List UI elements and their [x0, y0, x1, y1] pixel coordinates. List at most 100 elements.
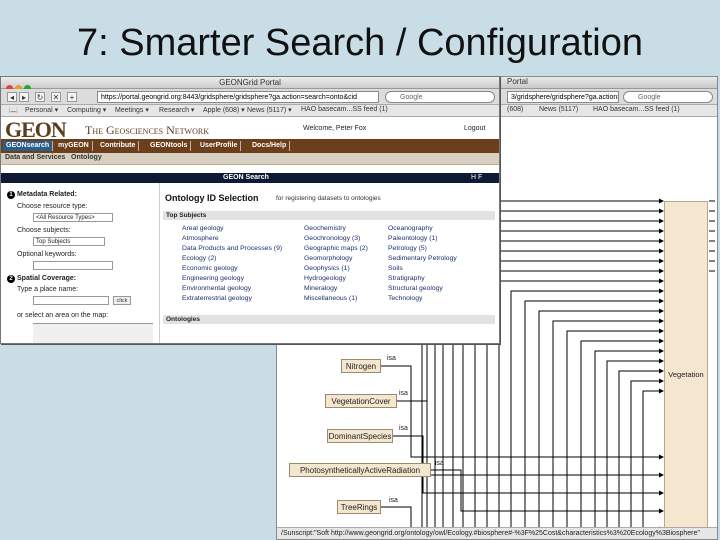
subtab-ontology[interactable]: Ontology	[71, 154, 102, 161]
vegetationcover-node[interactable]: VegetationCover	[325, 394, 397, 408]
subject-link[interactable]: Oceanography	[388, 225, 433, 232]
isa-label: isa	[399, 390, 408, 397]
bookmark-apple[interactable]: Apple (608) ▾	[203, 106, 245, 114]
place-name-input[interactable]	[33, 296, 109, 305]
nitrogen-node[interactable]: Nitrogen	[341, 359, 381, 373]
isa-edge	[642, 388, 664, 539]
back-arrow-icon[interactable]: ◂	[7, 92, 17, 102]
reload-icon[interactable]: ↻	[35, 92, 45, 102]
isa-edge	[594, 348, 664, 539]
subject-link[interactable]: Economic geology	[182, 265, 238, 272]
subject-link[interactable]: Areal geology	[182, 225, 224, 232]
front-url-field[interactable]: https://portal.geongrid.org:8443/gridsph…	[97, 91, 379, 103]
metadata-heading: 1 Metadata Related:	[7, 191, 77, 199]
bookmark-meetings[interactable]: Meetings ▾	[115, 106, 149, 114]
subject-link[interactable]: Paleontology (1)	[388, 235, 438, 242]
front-search-field[interactable]: Google	[385, 91, 495, 103]
subject-link[interactable]: Hydrogeology	[304, 275, 346, 282]
subject-link[interactable]: Miscellaneous (1)	[304, 295, 357, 302]
subject-link[interactable]: Geographic maps (2)	[304, 245, 368, 252]
dominantspecies-node[interactable]: DominantSpecies	[327, 429, 393, 443]
tab-mygeon[interactable]: myGEON	[55, 141, 93, 151]
subject-link[interactable]: Atmosphere	[182, 235, 219, 242]
tab-userprofile[interactable]: UserProfile	[197, 141, 242, 151]
isa-edge	[524, 298, 664, 539]
isa-label: isa	[387, 355, 396, 362]
spatial-heading-text: Spatial Coverage:	[17, 275, 77, 282]
bookmark-research[interactable]: Research ▾	[159, 106, 194, 114]
subject-link[interactable]: Ecology (2)	[182, 255, 216, 262]
isa-edge	[538, 308, 664, 539]
subject-link[interactable]: Technology	[388, 295, 422, 302]
resource-type-select[interactable]: <All Resource Types>	[33, 213, 113, 222]
isa-label: isa	[435, 460, 444, 467]
isa-edge	[431, 469, 664, 514]
bookmark-news[interactable]: News (5117) ▾	[247, 106, 292, 114]
geon-tagline: The Geosciences Network	[85, 123, 209, 137]
isa-edge	[606, 358, 664, 539]
add-bookmark-icon[interactable]: +	[67, 92, 77, 102]
map-area[interactable]	[33, 323, 153, 343]
metadata-heading-text: Metadata Related:	[17, 191, 77, 198]
subject-link[interactable]: Geomorphology	[304, 255, 352, 262]
ontology-id-panel: Ontology ID Selection for registering da…	[159, 183, 497, 343]
keywords-input[interactable]	[33, 261, 113, 270]
place-click-button[interactable]: click	[113, 296, 131, 305]
subtab-data-services[interactable]: Data and Services	[5, 154, 65, 161]
tab-geontools[interactable]: GEONtools	[147, 141, 192, 151]
isa-edge	[552, 318, 664, 539]
place-name-label: Type a place name:	[17, 286, 79, 293]
isa-label: isa	[399, 425, 408, 432]
subject-link[interactable]: Petrology (5)	[388, 245, 427, 252]
map-area-label: or select an area on the map:	[17, 312, 109, 319]
bookmarks-icon[interactable]: 📖	[9, 106, 18, 114]
isa-edge	[618, 368, 664, 539]
subject-link[interactable]: Sedimentary Petrology	[388, 255, 457, 262]
tab-docs-help[interactable]: Docs/Help	[249, 141, 291, 151]
geon-subtabs: Data and Services Ontology	[1, 153, 499, 165]
subjects-select[interactable]: Top Subjects	[33, 237, 105, 246]
isa-edge	[474, 258, 664, 539]
subject-link[interactable]: Structural geology	[388, 285, 443, 292]
bookmark-personal[interactable]: Personal ▾	[25, 106, 58, 114]
geon-portal-window: GEONGrid Portal ◂ ▸ ↻ ✕ + https://portal…	[0, 76, 500, 344]
forward-arrow-icon[interactable]: ▸	[19, 92, 29, 102]
top-subjects-header: Top Subjects	[163, 211, 495, 220]
ontology-id-subtitle: for registering datasets to ontologies	[276, 195, 381, 202]
subject-link[interactable]: Geochemistry	[304, 225, 346, 232]
subject-link[interactable]: Engineering geology	[182, 275, 244, 282]
par-node[interactable]: PhotosyntheticallyActiveRadiation	[289, 463, 431, 477]
front-bookmarks-bar: 📖 Personal ▾ Computing ▾ Meetings ▾ Rese…	[1, 105, 499, 117]
subject-link[interactable]: Mineralogy	[304, 285, 337, 292]
subjects-label: Choose subjects:	[17, 227, 71, 234]
geon-header: GEON The Geosciences Network Welcome, Pe…	[1, 117, 499, 142]
step-1-icon: 1	[7, 191, 15, 199]
resource-type-label: Choose resource type:	[17, 203, 88, 210]
keywords-label: Optional keywords:	[17, 251, 77, 258]
spatial-heading: 2 Spatial Coverage:	[7, 275, 76, 283]
treerings-node[interactable]: TreeRings	[337, 500, 381, 514]
subject-link[interactable]: Environmental geology	[182, 285, 251, 292]
front-window-titlebar: GEONGrid Portal	[1, 77, 499, 92]
subject-link[interactable]: Geophysics (1)	[304, 265, 350, 272]
subject-link[interactable]: Stratigraphy	[388, 275, 425, 282]
bookmark-computing[interactable]: Computing ▾	[67, 106, 106, 114]
ontologies-header: Ontologies	[163, 315, 495, 324]
tab-contribute[interactable]: Contribute	[97, 141, 140, 151]
tab-geonsearch[interactable]: GEONsearch	[3, 141, 54, 151]
portlet-controls[interactable]: H F	[471, 173, 482, 183]
vegetation-node[interactable]: Vegetation	[664, 201, 708, 539]
subject-link[interactable]: Data Products and Processes (9)	[182, 245, 282, 252]
subject-link[interactable]: Geochronology (3)	[304, 235, 360, 242]
stop-icon[interactable]: ✕	[51, 92, 61, 102]
logout-link[interactable]: Logout	[464, 125, 485, 132]
subject-link[interactable]: Soils	[388, 265, 403, 272]
subject-link[interactable]: Extraterrestrial geology	[182, 295, 252, 302]
bookmark-hao[interactable]: HAO basecam...SS feed (1)	[301, 106, 388, 113]
geon-nav-tabs: GEONsearch myGEON Contribute GEONtools U…	[1, 139, 499, 153]
ontology-id-title: Ontology ID Selection	[165, 193, 259, 203]
front-window-title: GEONGrid Portal	[219, 78, 281, 87]
front-window-toolbar: ◂ ▸ ↻ ✕ + https://portal.geongrid.org:84…	[1, 89, 499, 105]
geon-search-title: GEON Search	[223, 174, 269, 181]
welcome-text: Welcome, Peter Fox	[303, 125, 367, 132]
